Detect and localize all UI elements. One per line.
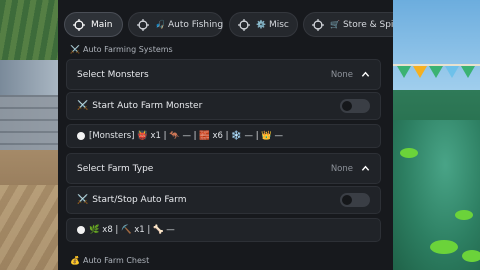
dropdown-label: Select Monsters xyxy=(77,69,149,80)
dropdown-value: None xyxy=(330,163,353,174)
tab-label: Main xyxy=(91,19,113,30)
auto-farm-monster-toggle[interactable] xyxy=(340,99,370,113)
tab-auto-fishing[interactable]: 🎣 Auto Fishing xyxy=(128,12,223,37)
monsters-info-text: [Monsters] 👹 x1 | 🦘 — | 🧱 x6 | ❄️ — | 👑 … xyxy=(89,131,284,141)
fishing-icon: 🎣 xyxy=(155,20,165,29)
banner-flag xyxy=(397,66,411,78)
banner-flag xyxy=(461,66,475,78)
target-icon xyxy=(238,18,250,31)
section-header-farming: ⚔️ Auto Farming Systems xyxy=(70,45,173,54)
target-icon xyxy=(137,18,149,31)
swords-icon: ⚔️ xyxy=(70,45,80,54)
left-roof xyxy=(0,0,58,60)
swords-icon: ⚔️ xyxy=(77,101,89,111)
lily-pad xyxy=(400,148,418,158)
lily-pad xyxy=(462,250,480,262)
auto-farm-monster-toggle-row[interactable]: ⚔️ Start Auto Farm Monster xyxy=(66,92,381,120)
chevron-up-icon xyxy=(361,165,370,171)
target-icon xyxy=(312,18,324,31)
left-stone-wall xyxy=(0,95,58,155)
status-dot xyxy=(77,226,85,234)
monsters-info-row: [Monsters] 👹 x1 | 🦘 — | 🧱 x6 | ❄️ — | 👑 … xyxy=(66,124,381,148)
money-bag-icon: 💰 xyxy=(70,256,80,265)
tab-label: Auto Fishing xyxy=(167,19,224,30)
section-header-chest: 💰 Auto Farm Chest xyxy=(70,256,149,265)
tab-label: Store & Spin xyxy=(342,19,393,30)
script-hub-panel: Main 🎣 Auto Fishing ⚙️ Misc 🛒 Store & Sp… xyxy=(58,0,393,270)
lily-pad xyxy=(430,240,458,254)
banner-flag xyxy=(445,66,459,78)
status-dot xyxy=(77,132,85,140)
cart-icon: 🛒 xyxy=(330,20,340,29)
target-icon xyxy=(73,18,85,31)
select-farm-type-dropdown[interactable]: Select Farm Type None xyxy=(66,153,381,184)
chevron-up-icon xyxy=(361,71,370,77)
dropdown-value: None xyxy=(330,69,353,80)
toggle-label: Start Auto Farm Monster xyxy=(92,101,203,111)
tab-main[interactable]: Main xyxy=(64,12,123,37)
auto-farm-toggle-row[interactable]: ⚔️ Start/Stop Auto Farm xyxy=(66,186,381,214)
banner-flag xyxy=(413,66,427,78)
section-title: Auto Farm Chest xyxy=(82,256,150,265)
lily-pad xyxy=(455,210,473,220)
section-title: Auto Farming Systems xyxy=(82,45,173,54)
select-monsters-dropdown[interactable]: Select Monsters None xyxy=(66,59,381,90)
toggle-label: Start/Stop Auto Farm xyxy=(92,195,187,205)
tab-misc[interactable]: ⚙️ Misc xyxy=(229,12,298,37)
left-path xyxy=(0,185,58,270)
tab-label: Misc xyxy=(268,19,289,30)
right-sky xyxy=(393,0,480,95)
dropdown-label: Select Farm Type xyxy=(77,163,154,174)
banner-flag xyxy=(429,66,443,78)
tab-bar: Main 🎣 Auto Fishing ⚙️ Misc 🛒 Store & Sp… xyxy=(64,12,393,40)
farm-info-row: 🌿 x8 | ⛏️ x1 | 🦴 — xyxy=(66,218,381,242)
tab-store-spin[interactable]: 🛒 Store & Spin xyxy=(303,12,393,37)
swords-icon: ⚔️ xyxy=(77,195,89,205)
farm-info-text: 🌿 x8 | ⛏️ x1 | 🦴 — xyxy=(89,225,175,235)
auto-farm-toggle[interactable] xyxy=(340,193,370,207)
gear-icon: ⚙️ xyxy=(256,20,266,29)
